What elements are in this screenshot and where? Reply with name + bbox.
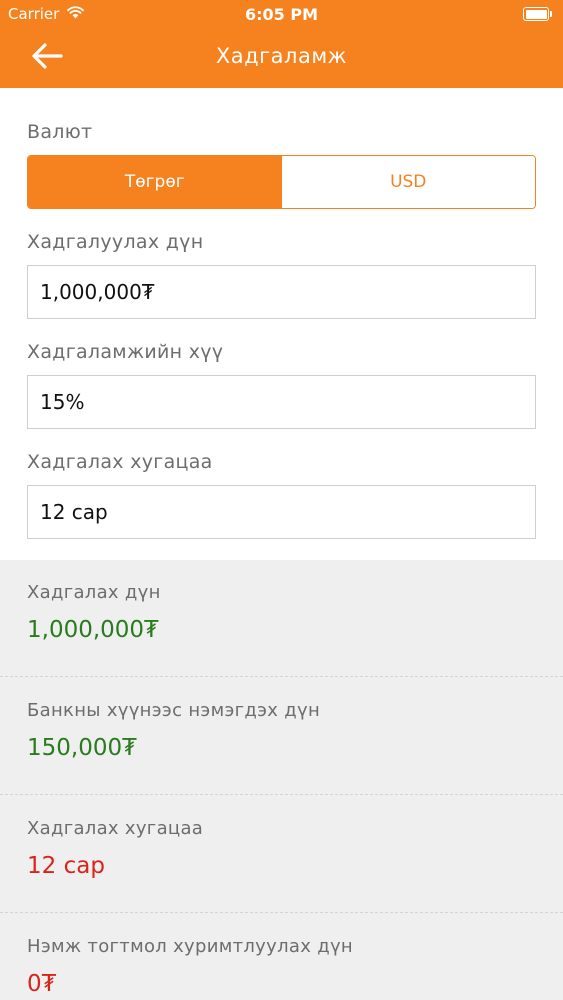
interest-label: Хадгаламжийн хүү (27, 341, 224, 363)
currency-option-mnt[interactable]: Төгрөг (28, 156, 282, 208)
result-label-recurring-amount: Нэмж тогтмол хуримтлуулах дүн (27, 936, 353, 957)
amount-label: Хадгалуулах дүн (27, 231, 204, 253)
currency-label: Валют (27, 121, 93, 143)
result-value-recurring-amount: 0₮ (27, 971, 57, 997)
currency-option-usd[interactable]: USD (281, 156, 535, 208)
page-title: Хадгаламж (215, 44, 348, 68)
result-label-interest-earned: Банкны хүүнээс нэмэгдэх дүн (27, 700, 321, 721)
interest-input[interactable]: 15% (27, 375, 536, 429)
result-value-interest-earned: 150,000₮ (27, 735, 137, 761)
nav-header: Carrier 6:05 PM Хадгаламж (0, 0, 563, 88)
term-label: Хадгалах хугацаа (27, 451, 213, 473)
divider (0, 912, 563, 913)
result-value-deposit-amount: 1,000,000₮ (27, 617, 159, 643)
divider (0, 676, 563, 677)
result-label-deposit-amount: Хадгалах дүн (27, 582, 161, 603)
divider (0, 794, 563, 795)
result-label-term: Хадгалах хугацаа (27, 818, 204, 839)
term-input[interactable]: 12 сар (27, 485, 536, 539)
result-value-term: 12 сар (27, 853, 105, 879)
status-time: 6:05 PM (244, 5, 318, 24)
status-bar: Carrier 6:05 PM (0, 0, 563, 30)
currency-segmented-control: Төгрөг USD (27, 155, 536, 209)
amount-input[interactable]: 1,000,000₮ (27, 265, 536, 319)
battery-icon (523, 7, 553, 21)
